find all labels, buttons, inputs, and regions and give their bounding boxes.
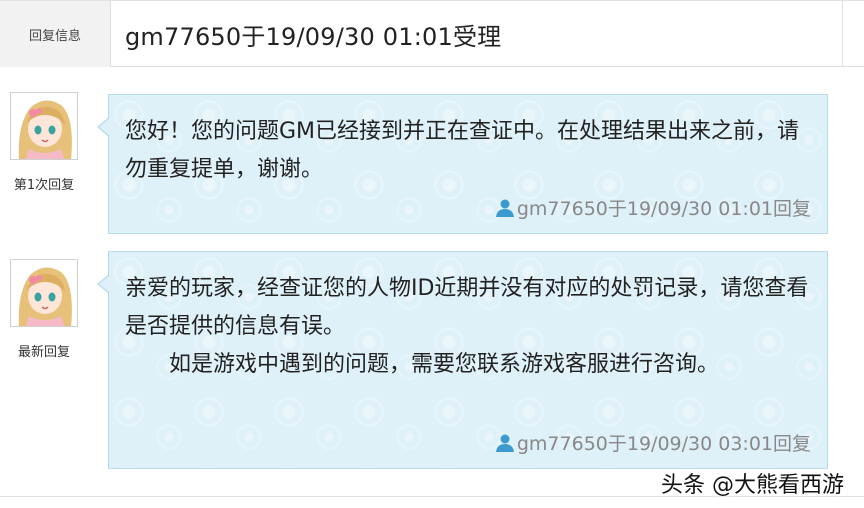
reply-message: 亲爱的玩家，经查证您的人物ID近期并没有对应的处罚记录，请您查看是否提供的信息有… <box>125 270 815 384</box>
anime-girl-avatar-icon <box>11 260 77 326</box>
reply-count-label: 第1次回复 <box>13 178 75 193</box>
user-icon <box>495 199 514 217</box>
reply-block-2: 最新回复 亲爱的玩家，经查证您的人物ID近期并没有对应的处罚记录，请您查看是否提… <box>0 245 864 475</box>
gm-avatar <box>10 92 78 160</box>
reply-block-1: 第1次回复 您好！您的问题GM已经接到并正在查证中。在处理结果出来之前，请勿重复… <box>0 78 864 238</box>
reply-paragraph: 您好！您的问题GM已经接到并正在查证中。在处理结果出来之前，请勿重复提单，谢谢。 <box>125 119 800 182</box>
gm-avatar <box>10 259 78 327</box>
reply-bubble: 亲爱的玩家，经查证您的人物ID近期并没有对应的处罚记录，请您查看是否提供的信息有… <box>97 251 828 469</box>
reply-bubble: 您好！您的问题GM已经接到并正在查证中。在处理结果出来之前，请勿重复提单，谢谢。… <box>97 94 828 234</box>
header-edge <box>842 1 864 67</box>
reply-meta: gm77650于19/09/30 03:01回复 <box>495 429 811 456</box>
reply-meta: gm77650于19/09/30 01:01回复 <box>495 194 811 221</box>
reply-paragraph: 亲爱的玩家，经查证您的人物ID近期并没有对应的处罚记录，请您查看是否提供的信息有… <box>125 276 809 339</box>
watermark: 头条 @大熊看西游 <box>661 473 844 498</box>
reply-info-header: 回复信息 gm77650于19/09/30 01:01受理 <box>0 0 864 67</box>
anime-girl-avatar-icon <box>11 93 77 159</box>
accepted-info: gm77650于19/09/30 01:01受理 <box>125 22 502 51</box>
reply-meta-text: gm77650于19/09/30 01:01回复 <box>516 198 811 220</box>
reply-info-label: 回复信息 <box>0 1 111 67</box>
reply-paragraph: 如是游戏中遇到的问题，需要您联系游戏客服进行咨询。 <box>169 352 720 377</box>
reply-message: 您好！您的问题GM已经接到并正在查证中。在处理结果出来之前，请勿重复提单，谢谢。 <box>125 113 815 189</box>
reply-meta-text: gm77650于19/09/30 03:01回复 <box>516 433 811 455</box>
ticket-reply-page: 回复信息 gm77650于19/09/30 01:01受理 第1次回复 您好！您… <box>0 0 864 508</box>
user-icon <box>495 434 514 452</box>
reply-count-label: 最新回复 <box>17 345 70 360</box>
